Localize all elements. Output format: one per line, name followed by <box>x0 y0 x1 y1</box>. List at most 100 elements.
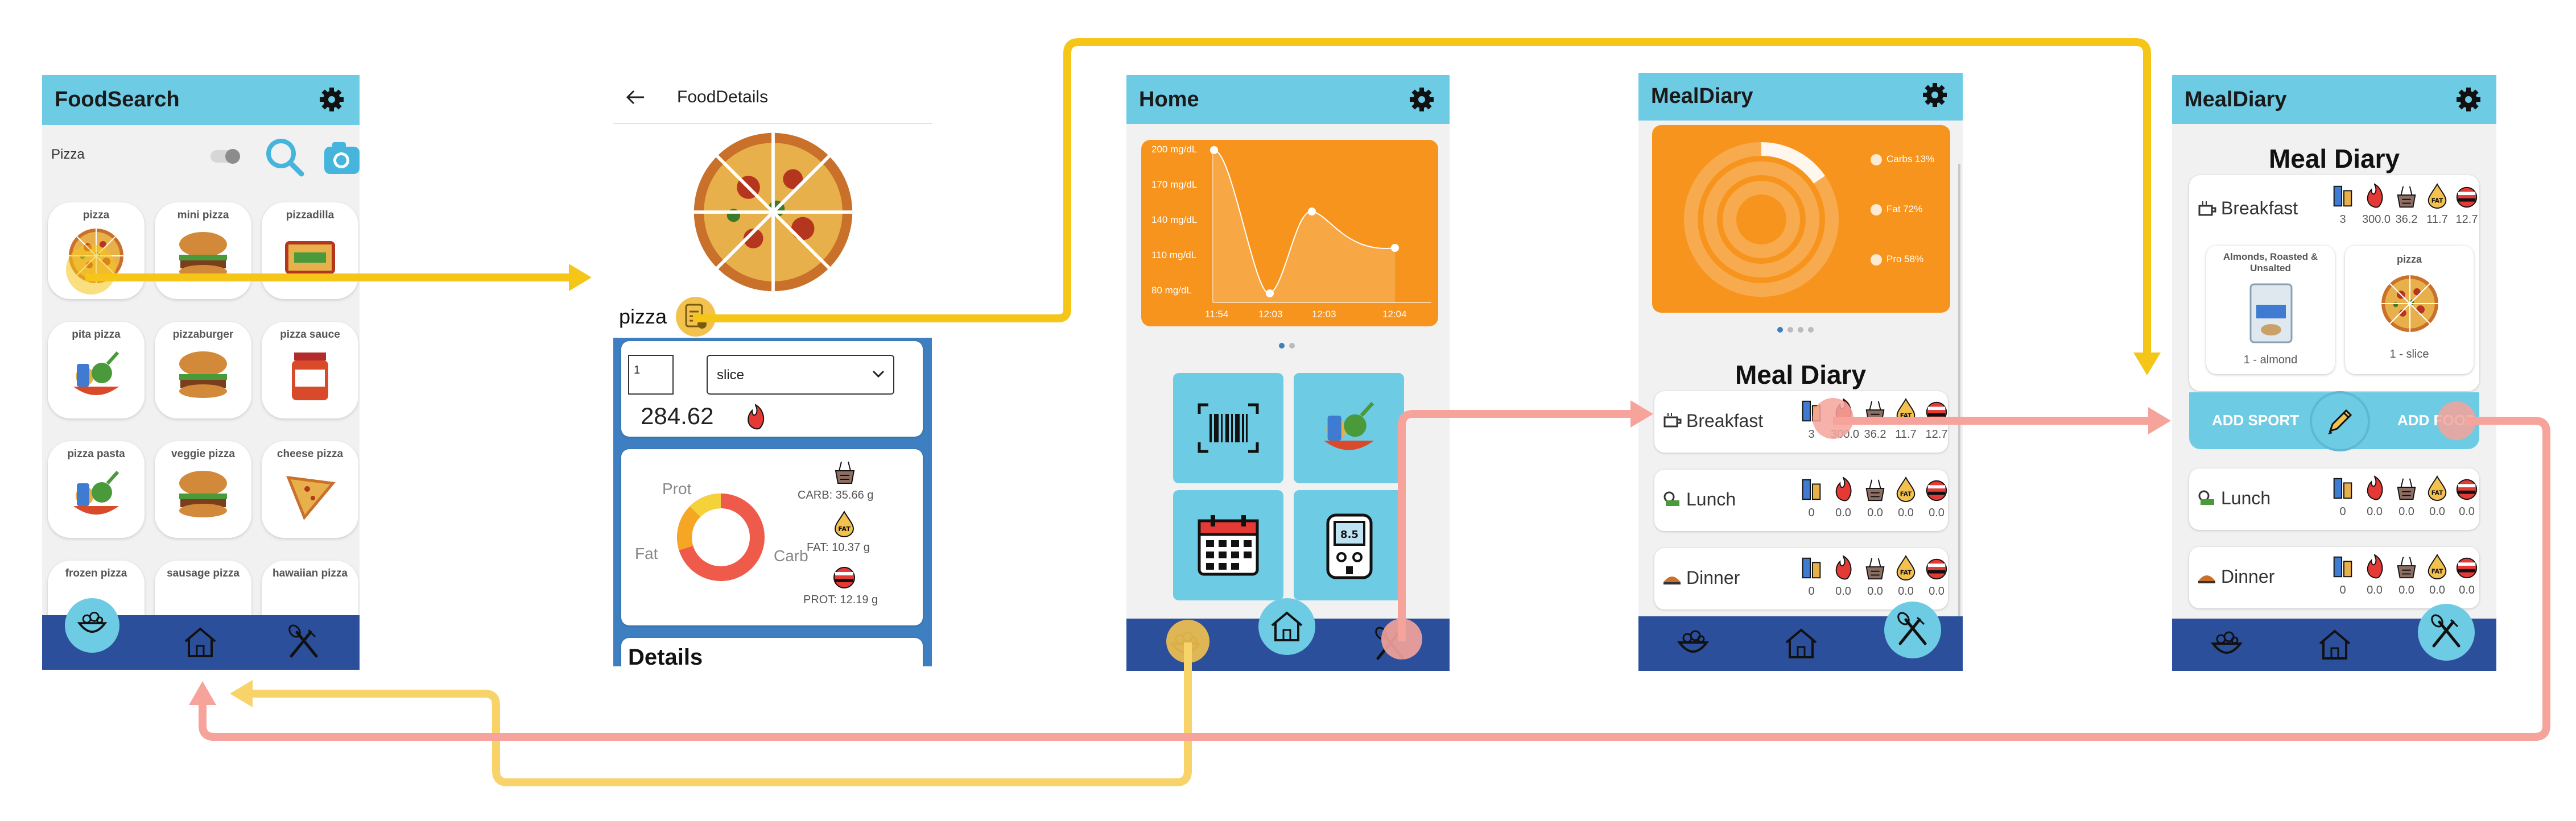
fat-drop-icon <box>835 511 854 537</box>
settings-gear-icon[interactable] <box>1409 86 1435 113</box>
search-input[interactable]: Pizza <box>51 147 85 163</box>
legend-label: Carbs 13% <box>1886 154 1935 164</box>
page-dot[interactable] <box>1289 343 1295 349</box>
food-tile[interactable]: pizzadilla <box>262 202 358 299</box>
burger-image <box>179 351 227 398</box>
details-heading: Details <box>628 645 703 666</box>
page-dot[interactable] <box>1787 327 1793 333</box>
add-to-diary-badge[interactable] <box>676 297 716 337</box>
food-search-tab-button[interactable] <box>65 598 119 653</box>
nutrient-value: 0.0 <box>2399 505 2414 518</box>
page-dot-active[interactable] <box>1279 343 1285 349</box>
home-screen: Home 200 mg/dL 170 mg/dL 140 mg/dL 110 m… <box>1126 75 1450 671</box>
home-icon[interactable] <box>1783 625 1819 662</box>
pizza-image <box>68 228 124 284</box>
arrowhead <box>230 680 253 707</box>
food-tile[interactable]: cheese pizza <box>262 441 358 538</box>
food-tile[interactable]: pizza sauce <box>262 322 358 418</box>
top-app-bar: MealDiary <box>2172 75 2496 124</box>
meal-row-dinner[interactable]: Dinner 0 0.0 0.0 0.0 0.0 <box>2189 547 2479 608</box>
food-tile[interactable]: pizzaburger <box>155 322 251 418</box>
chart-nutrient-icon <box>2333 185 2352 207</box>
basket-icon <box>2397 478 2416 500</box>
meal-diary-tab-button[interactable] <box>2418 604 2475 661</box>
food-search-shortcut-button[interactable] <box>1294 373 1404 483</box>
back-arrow-icon[interactable] <box>626 89 645 106</box>
basket-icon <box>2397 556 2416 579</box>
nutrient-count: 0 <box>1799 555 1824 603</box>
arrowhead <box>2148 407 2171 434</box>
page-dot[interactable] <box>1808 327 1814 333</box>
meal-row-lunch[interactable]: Lunch 0 0.0 0.0 0.0 0.0 <box>2189 468 2479 530</box>
meal-row-breakfast[interactable]: Breakfast 3 300.0 36.2 11.7 12.7 <box>1654 391 1948 453</box>
page-dot-active[interactable] <box>1777 327 1783 333</box>
pencil-icon <box>2328 409 2352 434</box>
flame-icon <box>2367 183 2383 208</box>
steak-icon <box>1926 480 1947 501</box>
settings-gear-icon[interactable] <box>1922 82 1948 108</box>
y-tick-label: 110 mg/dL <box>1151 250 1196 260</box>
food-entry-card[interactable]: pizza 1 - slice <box>2345 246 2474 374</box>
food-tile[interactable]: pizza <box>48 202 145 299</box>
tap-marker-pink <box>2437 401 2476 440</box>
search-icon[interactable] <box>264 136 305 177</box>
nutrient-value: 0.0 <box>2399 584 2414 596</box>
nutrient-carb: 0.0 <box>2394 475 2419 523</box>
food-tile[interactable]: pita pizza <box>48 322 145 418</box>
macro-rings-card: Carbs 13% Fat 72% Pro 58% <box>1652 125 1950 313</box>
quantity-input[interactable]: 1 <box>628 355 674 395</box>
x-tick-label: 12:03 <box>1258 309 1283 320</box>
salad-bowl-icon[interactable] <box>2208 627 2245 663</box>
glucose-line-chart: 200 mg/dL 170 mg/dL 140 mg/dL 110 mg/dL … <box>1151 144 1431 320</box>
food-entry-card[interactable]: Almonds, Roasted & Unsalted 1 - almond <box>2206 246 2335 374</box>
salad-bowl-icon[interactable] <box>1675 625 1711 662</box>
tile-label: hawaiian pizza <box>273 567 348 579</box>
add-sport-button[interactable]: ADD SPORT <box>2212 412 2299 429</box>
carb-value: CARB: 35.66 g <box>798 489 874 501</box>
top-app-bar: Home <box>1126 75 1450 124</box>
quantity-card: 1 slice 284.62 <box>621 341 923 437</box>
home-tab-button[interactable] <box>1258 598 1315 655</box>
settings-gear-icon[interactable] <box>2455 86 2482 113</box>
meal-row-dinner[interactable]: Dinner 0 0.0 0.0 0.0 0.0 <box>1654 548 1948 609</box>
screen-title: MealDiary <box>2185 88 2287 111</box>
nutrient-carb: 36.2 <box>1863 398 1888 446</box>
settings-gear-icon[interactable] <box>319 86 345 113</box>
utensils-icon[interactable] <box>286 624 322 661</box>
scrollbar[interactable] <box>1958 164 1960 630</box>
meal-diary-heading: Meal Diary <box>2268 144 2400 173</box>
mealdiary-screen: MealDiary Carbs 13% Fat 72% Pro 58% Meal… <box>1638 73 1963 671</box>
tap-marker-pink <box>1813 398 1853 439</box>
details-panel: 1 slice 284.62 Prot Fat Carb CARB: 35.66… <box>613 338 932 666</box>
barcode-scanner-button[interactable] <box>1173 373 1283 483</box>
chart-nutrient-icon <box>1802 479 1821 500</box>
y-tick-label: 200 mg/dL <box>1151 144 1197 155</box>
meal-row-lunch[interactable]: Lunch 0 0.0 0.0 0.0 0.0 <box>1654 470 1948 531</box>
nutrient-calories: 0.0 <box>2362 554 2387 602</box>
tile-label: cheese pizza <box>276 448 344 460</box>
screen-title: MealDiary <box>1651 84 1753 108</box>
arrowhead <box>189 681 216 705</box>
meal-diary-shortcut-button[interactable] <box>1173 490 1283 600</box>
edit-fab[interactable] <box>2312 393 2368 449</box>
food-tile[interactable]: pizza pasta <box>48 441 145 538</box>
meal-diary-tab-button[interactable] <box>1884 602 1941 658</box>
food-photo <box>691 130 856 295</box>
nutrient-value: 0 <box>2339 584 2346 596</box>
food-entry-name: pizza <box>2396 254 2422 265</box>
screen-title: FoodDetails <box>677 88 769 106</box>
unit-select[interactable]: slice <box>707 355 894 395</box>
nutrient-protein: 0.0 <box>1924 555 1949 603</box>
home-icon[interactable] <box>182 624 218 661</box>
glucose-meter-button[interactable]: 8.5 <box>1294 490 1404 600</box>
fat-drop-icon <box>1896 476 1916 503</box>
food-tile[interactable]: veggie pizza <box>155 441 251 538</box>
page-dot[interactable] <box>1798 327 1803 333</box>
home-icon[interactable] <box>2317 627 2353 663</box>
camera-icon[interactable] <box>322 139 360 176</box>
food-tile[interactable]: mini pizza <box>155 202 251 299</box>
legend-label: Pro 58% <box>1886 254 1924 264</box>
dinner-icon <box>1663 577 1681 584</box>
search-toggle[interactable] <box>210 149 240 164</box>
add-actions-bar: ADD SPORT ADD FOOD <box>2189 392 2479 449</box>
